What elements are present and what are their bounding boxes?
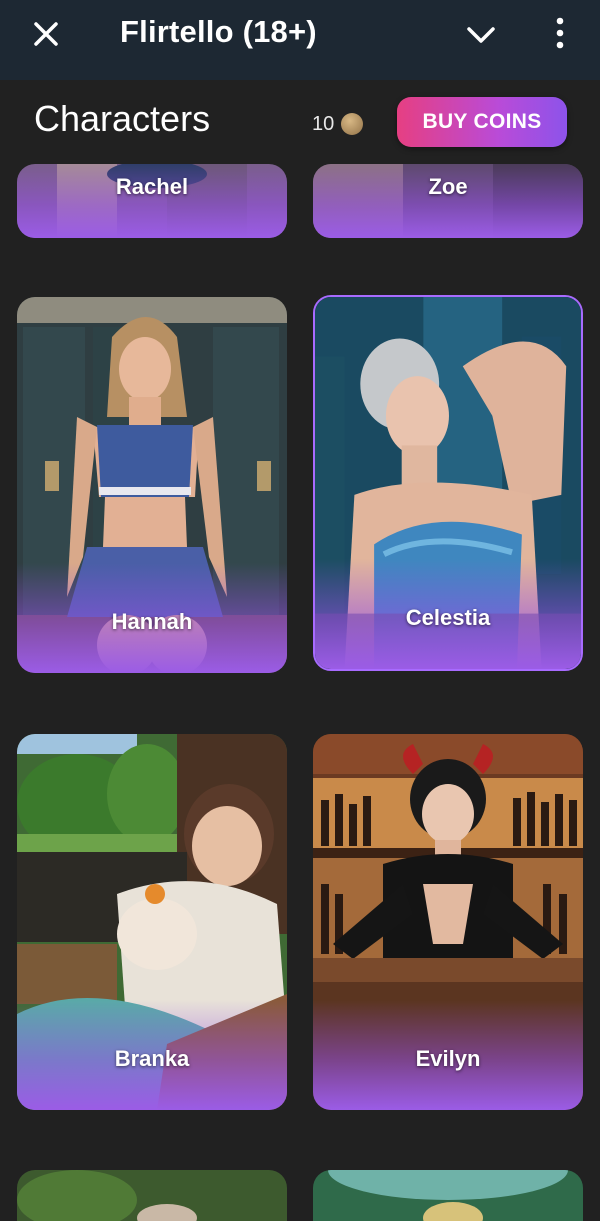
characters-header: Characters 10 BUY COINS bbox=[0, 80, 600, 164]
character-card-zoe[interactable]: Zoe bbox=[313, 164, 583, 238]
character-name: Rachel bbox=[115, 174, 189, 199]
chevron-down-icon[interactable] bbox=[462, 18, 500, 52]
coin-icon bbox=[341, 113, 363, 135]
character-card-hannah[interactable]: Hannah bbox=[17, 297, 287, 673]
character-card-branka[interactable]: Branka bbox=[17, 734, 287, 1110]
character-card-evilyn[interactable]: Evilyn bbox=[313, 734, 583, 1110]
close-icon[interactable] bbox=[28, 16, 64, 52]
character-name: Celestia bbox=[405, 605, 491, 630]
character-card-rachel[interactable]: Rachel bbox=[17, 164, 287, 238]
character-name: Hannah bbox=[111, 609, 193, 634]
character-image bbox=[313, 1170, 583, 1221]
coin-balance: 10 bbox=[312, 113, 335, 135]
app-bar: Flirtello (18+) bbox=[0, 0, 600, 80]
more-vert-icon[interactable] bbox=[548, 15, 572, 51]
character-card-celestia[interactable]: Celestia bbox=[313, 295, 583, 671]
character-image bbox=[17, 1170, 287, 1221]
page-title: Characters bbox=[34, 98, 211, 139]
character-name: Evilyn bbox=[415, 1046, 481, 1071]
character-card-next-left[interactable] bbox=[17, 1170, 287, 1221]
character-card-next-right[interactable] bbox=[313, 1170, 583, 1221]
buy-coins-button[interactable]: BUY COINS bbox=[397, 97, 567, 147]
app-title: Flirtello (18+) bbox=[120, 14, 317, 49]
character-name: Branka bbox=[114, 1046, 190, 1071]
character-name: Zoe bbox=[428, 174, 468, 199]
